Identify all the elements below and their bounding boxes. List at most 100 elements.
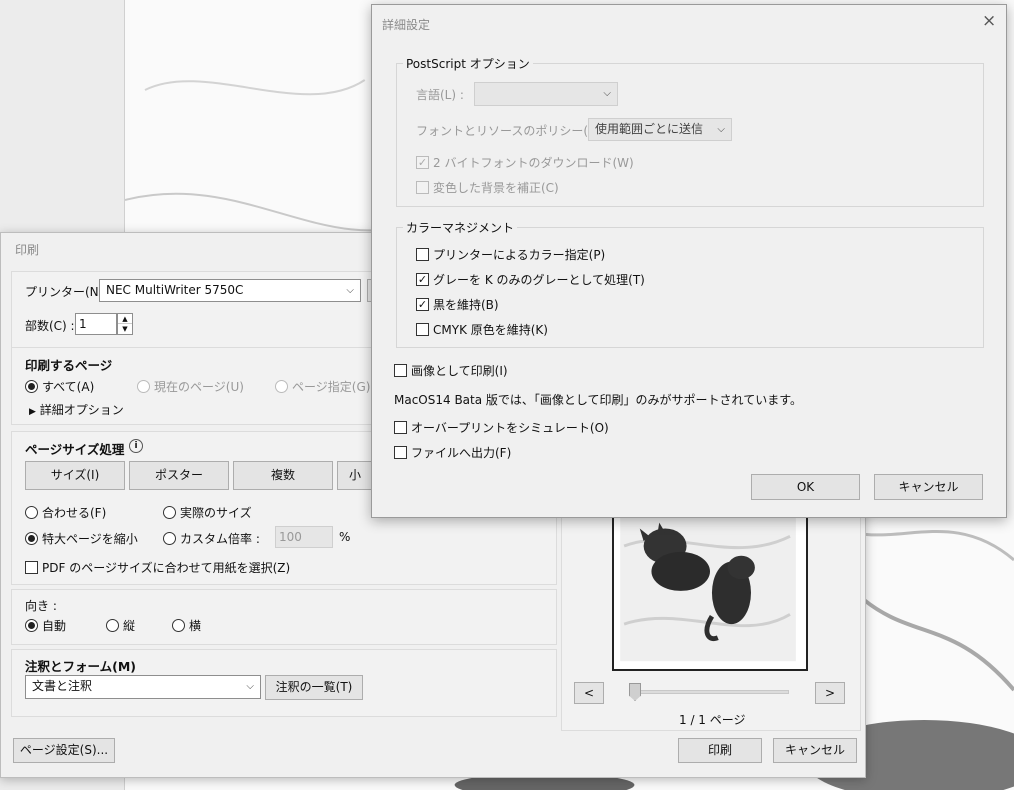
radio-all-pages[interactable]: すべて(A) bbox=[25, 378, 94, 395]
close-icon[interactable]: × bbox=[982, 11, 996, 31]
more-options-toggle[interactable]: ▶ 詳細オプション bbox=[29, 401, 124, 418]
radio-landscape[interactable]: 横 bbox=[172, 617, 201, 634]
more-options-label: 詳細オプション bbox=[39, 403, 124, 417]
poster-button[interactable]: ポスター bbox=[129, 461, 229, 490]
keep-cmyk-label: CMYK 原色を維持(K) bbox=[433, 323, 548, 337]
checkbox-box bbox=[394, 364, 407, 377]
stepper-down-icon[interactable]: ▼ bbox=[118, 324, 132, 334]
copies-input[interactable]: 1 bbox=[75, 313, 117, 335]
font-policy-value: 使用範囲ごとに送信 bbox=[595, 122, 704, 136]
print-button[interactable]: 印刷 bbox=[678, 738, 762, 763]
copies-label: 部数(C) : bbox=[25, 319, 75, 333]
radio-portrait[interactable]: 縦 bbox=[106, 617, 135, 634]
keep-cmyk-checkbox[interactable]: CMYK 原色を維持(K) bbox=[416, 321, 548, 338]
radio-landscape-label: 横 bbox=[189, 619, 202, 633]
radio-dot bbox=[172, 619, 185, 632]
summarize-comments-button[interactable]: 注釈の一覧(T) bbox=[265, 675, 363, 700]
booklet-button[interactable]: 小 bbox=[337, 461, 373, 490]
comments-forms-title: 注釈とフォーム(M) bbox=[25, 659, 136, 674]
radio-dot bbox=[275, 380, 288, 393]
checkmark-icon: ✓ bbox=[416, 298, 429, 311]
discolor-bg-label: 変色した背景を補正(C) bbox=[433, 181, 559, 195]
radio-current-page[interactable]: 現在のページ(U) bbox=[137, 378, 244, 395]
comments-forms-value: 文書と注釈 bbox=[32, 679, 93, 693]
chevron-down-icon: ⌵ bbox=[717, 124, 725, 135]
radio-current-label: 現在のページ(U) bbox=[154, 380, 244, 394]
custom-scale-value: 100 bbox=[279, 530, 302, 544]
chevron-down-icon: ⌵ bbox=[603, 88, 611, 99]
radio-auto[interactable]: 自動 bbox=[25, 617, 66, 634]
advanced-dialog: 詳細設定 × PostScript オプション 言語(L) : ⌵ フォントとリ… bbox=[371, 4, 1007, 518]
print-to-file-checkbox[interactable]: ファイルへ出力(F) bbox=[394, 444, 511, 461]
radio-portrait-label: 縦 bbox=[123, 619, 136, 633]
radio-dot bbox=[25, 380, 38, 393]
radio-dot bbox=[163, 506, 176, 519]
radio-page-range[interactable]: ページ指定(G) bbox=[275, 378, 370, 395]
radio-actual-size[interactable]: 実際のサイズ bbox=[163, 504, 252, 521]
checkbox-box bbox=[416, 181, 429, 194]
print-as-image-checkbox[interactable]: 画像として印刷(I) bbox=[394, 362, 508, 379]
checkmark-icon: ✓ bbox=[416, 156, 429, 169]
radio-auto-label: 自動 bbox=[42, 619, 67, 633]
radio-range-label: ページ指定(G) bbox=[292, 380, 371, 394]
percent-label: % bbox=[339, 530, 351, 544]
page-counter: 1 / 1 ページ bbox=[679, 713, 746, 727]
advanced-cancel-button[interactable]: キャンセル bbox=[874, 474, 983, 500]
print-to-file-label: ファイルへ出力(F) bbox=[411, 446, 512, 460]
radio-fit-label: 合わせる(F) bbox=[42, 506, 107, 520]
keep-black-label: 黒を維持(B) bbox=[433, 298, 499, 312]
radio-custom-scale[interactable]: カスタム倍率 : bbox=[163, 530, 260, 547]
checkmark-icon: ✓ bbox=[416, 273, 429, 286]
page-setup-button[interactable]: ページ設定(S)... bbox=[13, 738, 115, 763]
copies-stepper[interactable]: ▲ ▼ bbox=[117, 313, 133, 335]
checkbox-box bbox=[416, 248, 429, 261]
preview-slider-track[interactable] bbox=[631, 690, 789, 694]
copies-value: 1 bbox=[79, 317, 87, 331]
gray-as-k-label: グレーを K のみのグレーとして処理(T) bbox=[433, 273, 645, 287]
custom-scale-input[interactable]: 100 bbox=[275, 526, 333, 548]
choose-paper-checkbox[interactable]: PDF のページサイズに合わせて用紙を選択(Z) bbox=[25, 559, 290, 576]
radio-dot bbox=[25, 532, 38, 545]
radio-dot bbox=[137, 380, 150, 393]
keep-black-checkbox[interactable]: ✓ 黒を維持(B) bbox=[416, 296, 499, 313]
simulate-overprint-label: オーバープリントをシミュレート(O) bbox=[411, 421, 609, 435]
chevron-down-icon: ⌵ bbox=[246, 681, 254, 692]
preview-prev-button[interactable]: < bbox=[574, 682, 604, 704]
printer-color-checkbox[interactable]: プリンターによるカラー指定(P) bbox=[416, 246, 605, 263]
download-2byte-label: 2 バイトフォントのダウンロード(W) bbox=[433, 156, 634, 170]
triangle-right-icon: ▶ bbox=[29, 407, 36, 417]
ok-button[interactable]: OK bbox=[751, 474, 860, 500]
printer-value: NEC MultiWriter 5750C bbox=[106, 283, 244, 297]
comments-forms-select[interactable]: 文書と注釈 ⌵ bbox=[25, 675, 261, 699]
orientation-title: 向き : bbox=[25, 599, 57, 613]
radio-dot bbox=[163, 532, 176, 545]
chevron-down-icon: ⌵ bbox=[346, 285, 354, 296]
size-button[interactable]: サイズ(I) bbox=[25, 461, 125, 490]
radio-shrink-label: 特大ページを縮小 bbox=[42, 532, 138, 546]
cancel-button[interactable]: キャンセル bbox=[773, 738, 857, 763]
radio-all-label: すべて(A) bbox=[42, 380, 95, 394]
print-dialog-title: 印刷 bbox=[15, 243, 40, 257]
font-policy-select[interactable]: 使用範囲ごとに送信 ⌵ bbox=[588, 118, 732, 141]
download-2byte-checkbox[interactable]: ✓ 2 バイトフォントのダウンロード(W) bbox=[416, 154, 634, 171]
color-management-legend: カラーマネジメント bbox=[403, 219, 518, 236]
gray-as-k-checkbox[interactable]: ✓ グレーを K のみのグレーとして処理(T) bbox=[416, 271, 645, 288]
preview-next-button[interactable]: > bbox=[815, 682, 845, 704]
language-select[interactable]: ⌵ bbox=[474, 82, 618, 106]
postscript-legend: PostScript オプション bbox=[403, 55, 533, 72]
radio-actual-label: 実際のサイズ bbox=[180, 506, 252, 520]
radio-fit[interactable]: 合わせる(F) bbox=[25, 504, 106, 521]
radio-shrink[interactable]: 特大ページを縮小 bbox=[25, 530, 138, 547]
checkbox-box bbox=[25, 561, 38, 574]
checkbox-box bbox=[416, 323, 429, 336]
checkbox-box bbox=[394, 446, 407, 459]
discolor-bg-checkbox[interactable]: 変色した背景を補正(C) bbox=[416, 179, 559, 196]
multiple-button[interactable]: 複数 bbox=[233, 461, 333, 490]
stepper-up-icon[interactable]: ▲ bbox=[118, 314, 132, 324]
printer-select[interactable]: NEC MultiWriter 5750C ⌵ bbox=[99, 279, 361, 302]
info-icon[interactable]: i bbox=[129, 439, 143, 453]
macos-note: MacOS14 Bata 版では、「画像として印刷」のみがサポートされています。 bbox=[394, 393, 802, 407]
simulate-overprint-checkbox[interactable]: オーバープリントをシミュレート(O) bbox=[394, 419, 609, 436]
page-sizing-title: ページサイズ処理 bbox=[25, 442, 125, 457]
radio-dot bbox=[25, 619, 38, 632]
